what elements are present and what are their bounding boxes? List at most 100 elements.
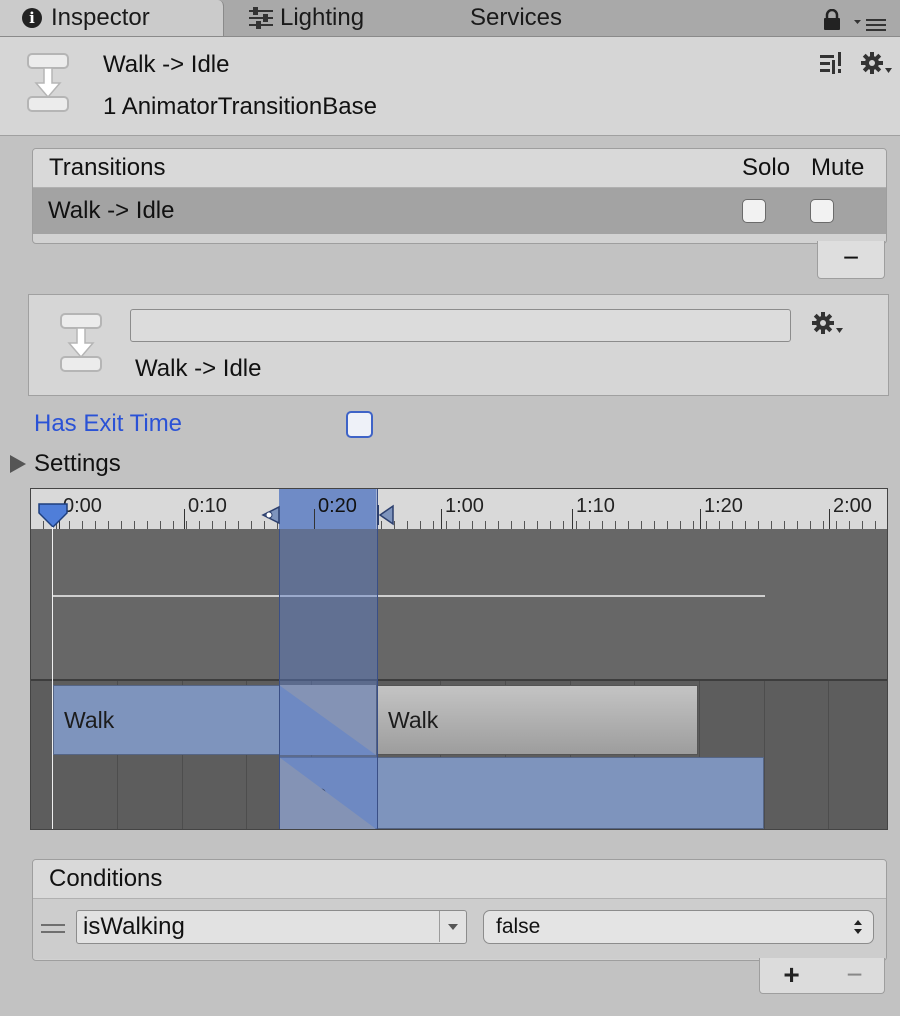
ruler-minor-tick [810, 521, 811, 529]
solo-column-header: Solo [742, 154, 791, 181]
ruler-minor-tick [836, 521, 837, 529]
conditions-header-row: Conditions [33, 860, 886, 899]
ruler-minor-tick [238, 521, 239, 529]
settings-foldout[interactable]: Settings [8, 450, 121, 478]
gear-icon[interactable] [811, 311, 845, 337]
condition-parameter-value: isWalking [83, 913, 185, 940]
updown-arrows-icon [854, 920, 862, 934]
sliders-icon [249, 7, 273, 29]
ruler-minor-tick [875, 521, 876, 529]
ruler-minor-tick [225, 521, 226, 529]
ruler-minor-tick [563, 521, 564, 529]
ruler-minor-tick [498, 521, 499, 529]
settings-label: Settings [34, 450, 121, 477]
tab-bar: i Inspector Lighting Services [0, 0, 900, 37]
transition-duration-region[interactable] [279, 489, 378, 829]
conditions-footer: + − [759, 958, 885, 994]
tab-lighting[interactable]: Lighting [248, 0, 364, 36]
transition-detail-panel: Walk -> Idle [28, 294, 889, 396]
transition-timeline[interactable]: 0:00 0:10 0:20 1:00 1:10 1:20 2:00 Walk [30, 488, 888, 830]
ruler-label: 1:20 [704, 495, 743, 517]
ruler-minor-tick [641, 521, 642, 529]
gear-icon[interactable] [860, 51, 894, 77]
tab-inspector[interactable]: i Inspector [0, 0, 224, 36]
ruler-label: 2:00 [833, 495, 872, 517]
ruler-minor-tick [212, 521, 213, 529]
condition-parameter-field[interactable]: isWalking [76, 910, 467, 944]
tab-services[interactable]: Services [470, 0, 562, 36]
transition-end-handle-icon[interactable] [377, 503, 397, 527]
ruler-minor-tick [576, 521, 577, 529]
ruler-minor-tick [680, 521, 681, 529]
ruler-minor-tick [186, 521, 187, 529]
ruler-label: 0:20 [318, 495, 357, 517]
ruler-minor-tick [615, 521, 616, 529]
ruler-minor-tick [654, 521, 655, 529]
inspector-title: Walk -> Idle [103, 51, 230, 78]
ruler-minor-tick [173, 521, 174, 529]
playhead-line [52, 527, 53, 829]
ruler-minor-tick [602, 521, 603, 529]
drag-handle-icon[interactable] [41, 923, 65, 935]
ruler-minor-tick [82, 521, 83, 529]
ruler-minor-tick [550, 521, 551, 529]
weight-curve [53, 595, 765, 597]
ruler-minor-tick [537, 521, 538, 529]
chevron-down-icon [448, 924, 458, 930]
conditions-list: Conditions isWalking false [32, 859, 887, 961]
mute-checkbox[interactable] [810, 199, 834, 223]
ruler-minor-tick [69, 521, 70, 529]
ruler-minor-tick [160, 521, 161, 529]
transition-icon [27, 53, 69, 112]
menu-icon[interactable] [852, 14, 888, 34]
solo-checkbox[interactable] [742, 199, 766, 223]
ruler-minor-tick [524, 521, 525, 529]
has-exit-time-label: Has Exit Time [34, 410, 183, 437]
ruler-minor-tick [784, 521, 785, 529]
ruler-label: 1:10 [576, 495, 615, 517]
condition-value: false [496, 915, 541, 938]
ruler-label: 1:00 [445, 495, 484, 517]
playhead-marker-icon[interactable] [37, 501, 69, 529]
ruler-minor-tick [758, 521, 759, 529]
ruler-minor-tick [693, 521, 694, 529]
ruler-minor-tick [771, 521, 772, 529]
add-condition-button[interactable]: + [760, 958, 823, 993]
presets-icon[interactable] [818, 50, 844, 76]
parameter-dropdown-button[interactable] [439, 911, 466, 942]
ruler-minor-tick [134, 521, 135, 529]
curve-area [31, 529, 887, 679]
ruler-minor-tick [459, 521, 460, 529]
lock-icon[interactable] [822, 9, 842, 31]
transitions-list: Transitions Solo Mute Walk -> Idle [32, 148, 887, 244]
ruler-minor-tick [147, 521, 148, 529]
ruler-minor-tick [589, 521, 590, 529]
timeline-ruler[interactable]: 0:00 0:10 0:20 1:00 1:10 1:20 2:00 [31, 489, 887, 529]
ruler-minor-tick [95, 521, 96, 529]
source-state-next-bar[interactable]: Walk [377, 685, 698, 755]
transitions-header-row: Transitions Solo Mute [33, 149, 886, 188]
ruler-minor-tick [251, 521, 252, 529]
ruler-minor-tick [407, 521, 408, 529]
info-icon: i [22, 8, 42, 28]
tab-label: Lighting [280, 4, 365, 31]
remove-condition-button[interactable]: − [823, 958, 886, 993]
ruler-minor-tick [823, 521, 824, 529]
ruler-minor-tick [849, 521, 850, 529]
ruler-minor-tick [121, 521, 122, 529]
tab-label: Services [470, 4, 563, 31]
ruler-minor-tick [420, 521, 421, 529]
exit-time-handle-icon[interactable] [259, 503, 281, 527]
tab-label: Inspector [51, 4, 150, 31]
source-state-label: Walk [64, 706, 115, 733]
ruler-minor-tick [472, 521, 473, 529]
ruler-minor-tick [719, 521, 720, 529]
transition-row[interactable]: Walk -> Idle [33, 188, 886, 234]
condition-value-dropdown[interactable]: false [483, 910, 874, 944]
has-exit-time-checkbox[interactable] [346, 411, 373, 438]
ruler-minor-tick [732, 521, 733, 529]
transition-name-field[interactable] [130, 309, 791, 342]
ruler-minor-tick [485, 521, 486, 529]
remove-transition-button[interactable]: − [817, 241, 885, 279]
transitions-header: Transitions [49, 154, 166, 181]
